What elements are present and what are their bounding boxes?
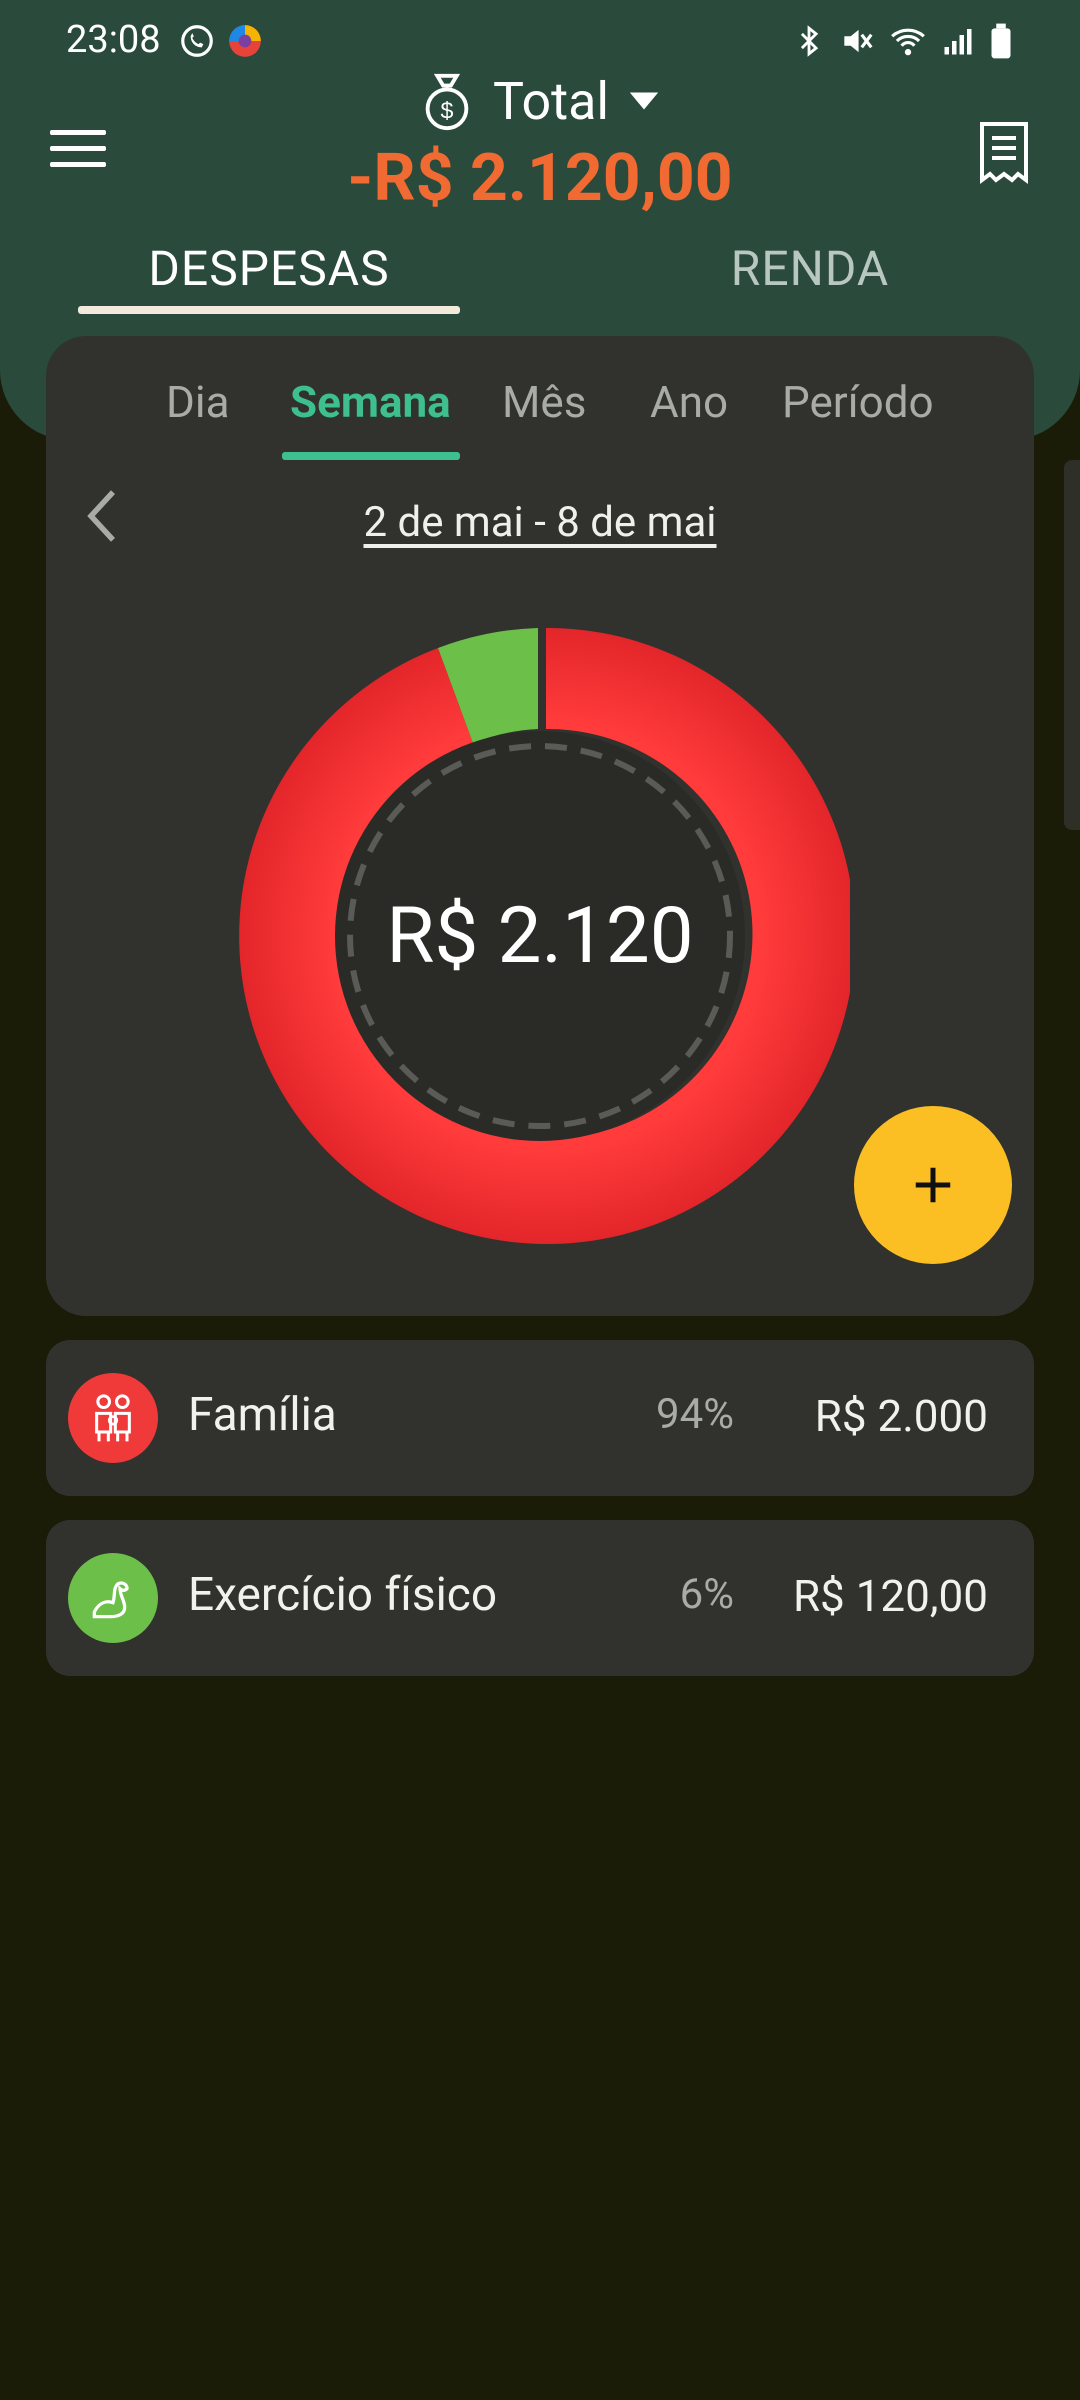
category-amount: R$ 120,00 — [792, 1570, 988, 1622]
period-custom[interactable]: Período — [782, 376, 934, 428]
total-balance: -R$ 2.120,00 — [347, 140, 733, 217]
tab-income[interactable]: RENDA — [600, 240, 1020, 297]
bluetooth-icon — [800, 25, 819, 57]
whatsapp-icon — [181, 25, 213, 57]
muscle-arm-icon — [68, 1553, 158, 1643]
period-week[interactable]: Semana — [290, 376, 451, 428]
app-notification-icon — [229, 25, 261, 57]
active-period-indicator — [282, 452, 460, 460]
wifi-icon — [891, 28, 925, 56]
category-row-familia[interactable]: Família 94% R$ 2.000 — [46, 1340, 1034, 1496]
battery-icon — [991, 23, 1011, 59]
date-range[interactable]: 2 de mai - 8 de mai — [46, 498, 1034, 547]
family-icon — [68, 1373, 158, 1463]
active-tab-indicator — [78, 306, 460, 314]
category-percent: 94% — [656, 1390, 734, 1439]
period-tabs: Dia Semana Mês Ano Período — [46, 376, 1034, 456]
category-name: Exercício físico — [188, 1568, 498, 1622]
period-day[interactable]: Dia — [166, 376, 230, 428]
signal-icon — [944, 29, 972, 55]
tab-expenses[interactable]: DESPESAS — [78, 240, 460, 297]
account-selector[interactable]: $ Total — [419, 70, 661, 132]
donut-center-total: R$ 2.120 — [386, 890, 694, 982]
dropdown-caret-icon — [629, 92, 659, 110]
svg-text:$: $ — [440, 97, 453, 123]
add-transaction-button[interactable] — [854, 1106, 1012, 1264]
account-label: Total — [492, 70, 610, 132]
plus-icon — [915, 1167, 951, 1203]
mute-icon — [844, 29, 873, 53]
category-row-exercicio[interactable]: Exercício físico 6% R$ 120,00 — [46, 1520, 1034, 1676]
category-amount: R$ 2.000 — [814, 1390, 988, 1442]
category-name: Família — [188, 1388, 337, 1442]
money-bag-icon: $ — [425, 73, 469, 131]
period-year[interactable]: Ano — [650, 376, 728, 428]
category-percent: 6% — [679, 1570, 734, 1619]
status-time: 23:08 — [66, 18, 161, 62]
period-month[interactable]: Mês — [502, 376, 586, 428]
side-scroll-handle — [1064, 460, 1080, 830]
